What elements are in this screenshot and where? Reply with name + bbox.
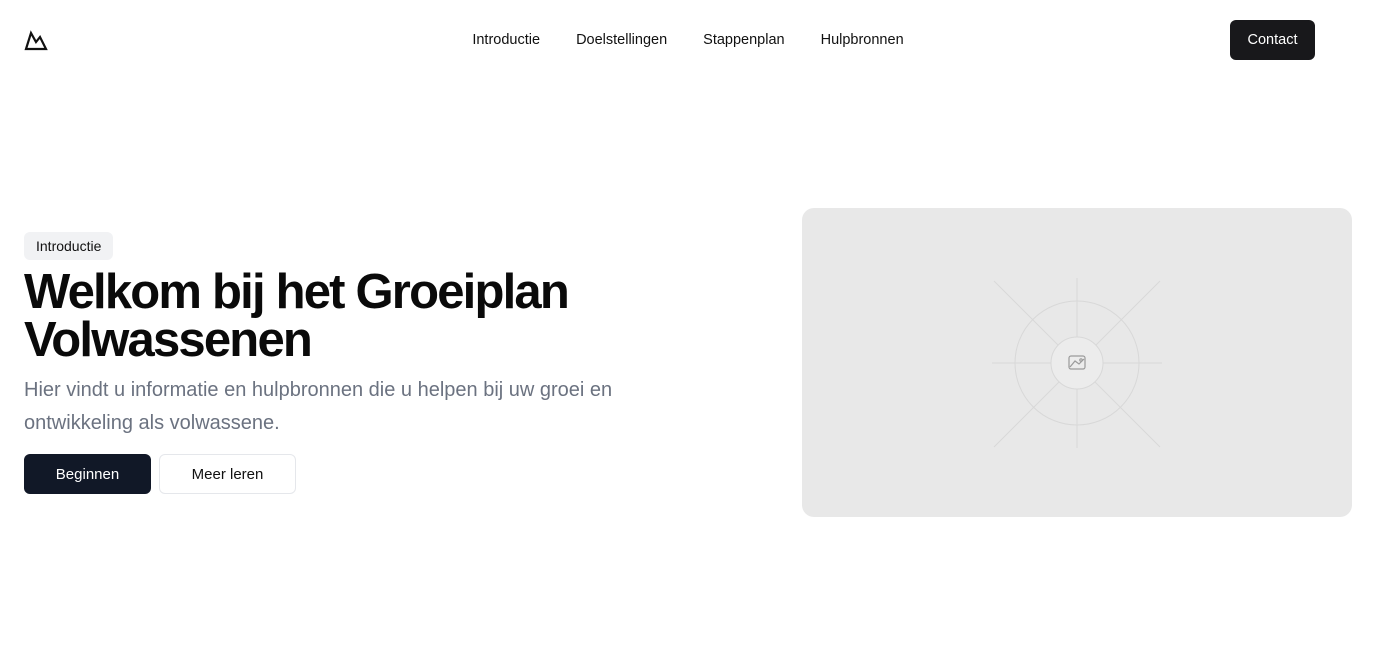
hero-title-line-2: Volwassenen [24, 313, 313, 367]
image-placeholder-icon [992, 278, 1162, 448]
hero-image-placeholder [802, 208, 1352, 517]
mountain-logo-icon[interactable] [24, 29, 48, 51]
hero-subtitle: Hier vindt u informatie en hulpbronnen d… [24, 379, 613, 434]
nav-link-hulpbronnen[interactable]: Hulpbronnen [821, 32, 904, 48]
hero-title-line-1: Welkom bij het Groeiplan [24, 265, 570, 319]
hero-content: Introductie Welkom bij het Groeiplan Vol… [24, 232, 664, 494]
nav-link-doelstellingen[interactable]: Doelstellingen [576, 32, 667, 48]
main-nav: Introductie Doelstellingen Stappenplan H… [0, 20, 1376, 60]
hero-title: Welkom bij het Groeiplan Volwassenen [24, 265, 664, 367]
nav-link-stappenplan[interactable]: Stappenplan [703, 32, 784, 48]
hero-actions: Beginnen Meer leren [24, 454, 664, 494]
nav-link-introductie[interactable]: Introductie [472, 32, 540, 48]
contact-button[interactable]: Contact [1230, 20, 1315, 60]
site-header: Introductie Doelstellingen Stappenplan H… [0, 0, 1376, 80]
section-badge: Introductie [24, 232, 114, 260]
start-button[interactable]: Beginnen [24, 454, 151, 494]
learn-more-button[interactable]: Meer leren [159, 454, 296, 494]
